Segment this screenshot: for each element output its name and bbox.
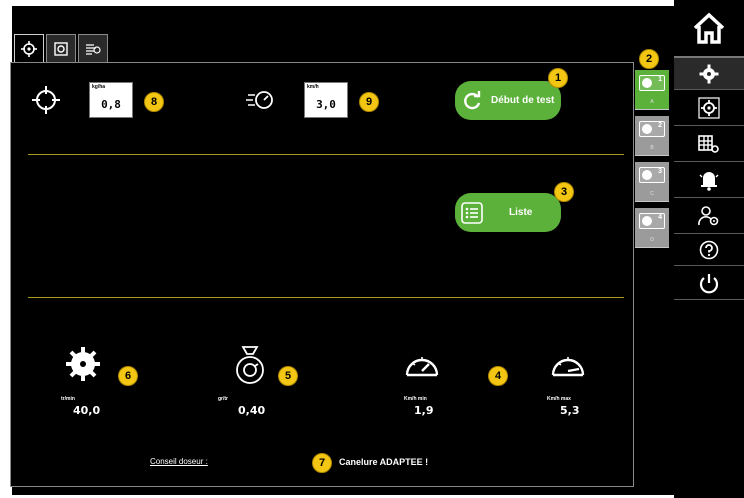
dose-item-a[interactable]: 1 A — [635, 70, 669, 110]
grid-settings-icon — [698, 134, 719, 153]
tab-camera[interactable] — [46, 34, 76, 62]
start-test-button[interactable]: Début de test — [455, 81, 561, 120]
callout-badge: 3 — [554, 182, 574, 202]
dose-item-b[interactable]: 2 B — [635, 116, 669, 156]
power-icon — [699, 273, 719, 293]
rate-value: 0,8 — [101, 98, 121, 111]
user-settings-icon — [698, 205, 719, 225]
list-button[interactable]: Liste — [455, 193, 561, 232]
crosshair-icon — [698, 96, 720, 119]
grid-settings-button[interactable] — [674, 126, 744, 162]
callout-badge: 5 — [278, 366, 298, 386]
speed-value-box[interactable]: km/h 3,0 — [304, 82, 348, 118]
target-icon — [32, 86, 60, 114]
tab-brush[interactable] — [78, 34, 108, 62]
dose-item-c[interactable]: 3 C — [635, 162, 669, 202]
dose-letter: D — [650, 237, 654, 243]
gear-icon — [699, 64, 719, 83]
speedometer-max-icon — [551, 357, 585, 377]
kmh-max-label: Km/h max — [547, 396, 571, 402]
main-panel — [10, 62, 634, 487]
seed-weight-icon — [236, 346, 264, 384]
callout-badge: 6 — [118, 366, 138, 386]
advice-message: Canelure ADAPTEE ! — [339, 457, 429, 467]
callout-badge: 9 — [359, 92, 379, 112]
help-button[interactable] — [674, 234, 744, 266]
callout-badge: 7 — [312, 453, 332, 473]
kmh-min-label: Km/h min — [404, 396, 427, 402]
dose-letter: A — [650, 99, 654, 105]
speed-unit: km/h — [307, 84, 319, 90]
kmh-max-value: 5,3 — [560, 404, 580, 417]
divider — [28, 297, 624, 298]
user-settings-button[interactable] — [674, 198, 744, 234]
grtr-value: 0,40 — [238, 404, 266, 417]
dose-letter: B — [650, 145, 654, 151]
callout-badge: 2 — [639, 49, 659, 69]
help-icon — [699, 240, 719, 259]
tab-test[interactable] — [14, 34, 44, 62]
rate-value-box[interactable]: kg/ha 0,8 — [89, 82, 133, 118]
meter-icon: 4 — [639, 213, 665, 229]
power-button[interactable] — [674, 266, 744, 300]
trmin-label: tr/min — [61, 396, 75, 402]
kmh-min-value: 1,9 — [414, 404, 434, 417]
brush-icon — [86, 43, 101, 55]
meter-icon: 2 — [639, 121, 665, 137]
crosshair-icon — [21, 40, 37, 57]
home-button[interactable] — [674, 0, 744, 58]
list-label: Liste — [509, 207, 533, 218]
meter-icon: 1 — [639, 75, 665, 91]
advice-label: Conseil doseur : — [150, 457, 208, 466]
home-icon — [693, 12, 725, 44]
settings-button[interactable] — [674, 58, 744, 90]
meter-icon: 3 — [639, 167, 665, 183]
alarm-button[interactable] — [674, 162, 744, 198]
start-test-label: Début de test — [491, 95, 555, 106]
rate-unit: kg/ha — [92, 84, 106, 90]
callout-badge: 1 — [548, 68, 568, 88]
right-sidebar — [674, 0, 744, 498]
bell-icon — [699, 171, 719, 191]
speed-value: 3,0 — [316, 98, 336, 111]
dose-item-d[interactable]: 4 D — [635, 208, 669, 248]
list-icon — [461, 201, 483, 224]
trmin-value: 40,0 — [73, 404, 101, 417]
speedometer-icon — [246, 91, 273, 109]
refresh-icon — [464, 90, 481, 109]
callout-badge: 8 — [144, 92, 164, 112]
callout-badge: 4 — [488, 366, 508, 386]
gear-wheel-icon — [66, 347, 100, 381]
test-button[interactable] — [674, 90, 744, 126]
photo-icon — [54, 41, 68, 56]
divider — [28, 154, 624, 155]
dose-letter: C — [650, 191, 654, 197]
speedometer-min-icon — [405, 357, 439, 377]
grtr-label: gr/tr — [218, 396, 228, 402]
